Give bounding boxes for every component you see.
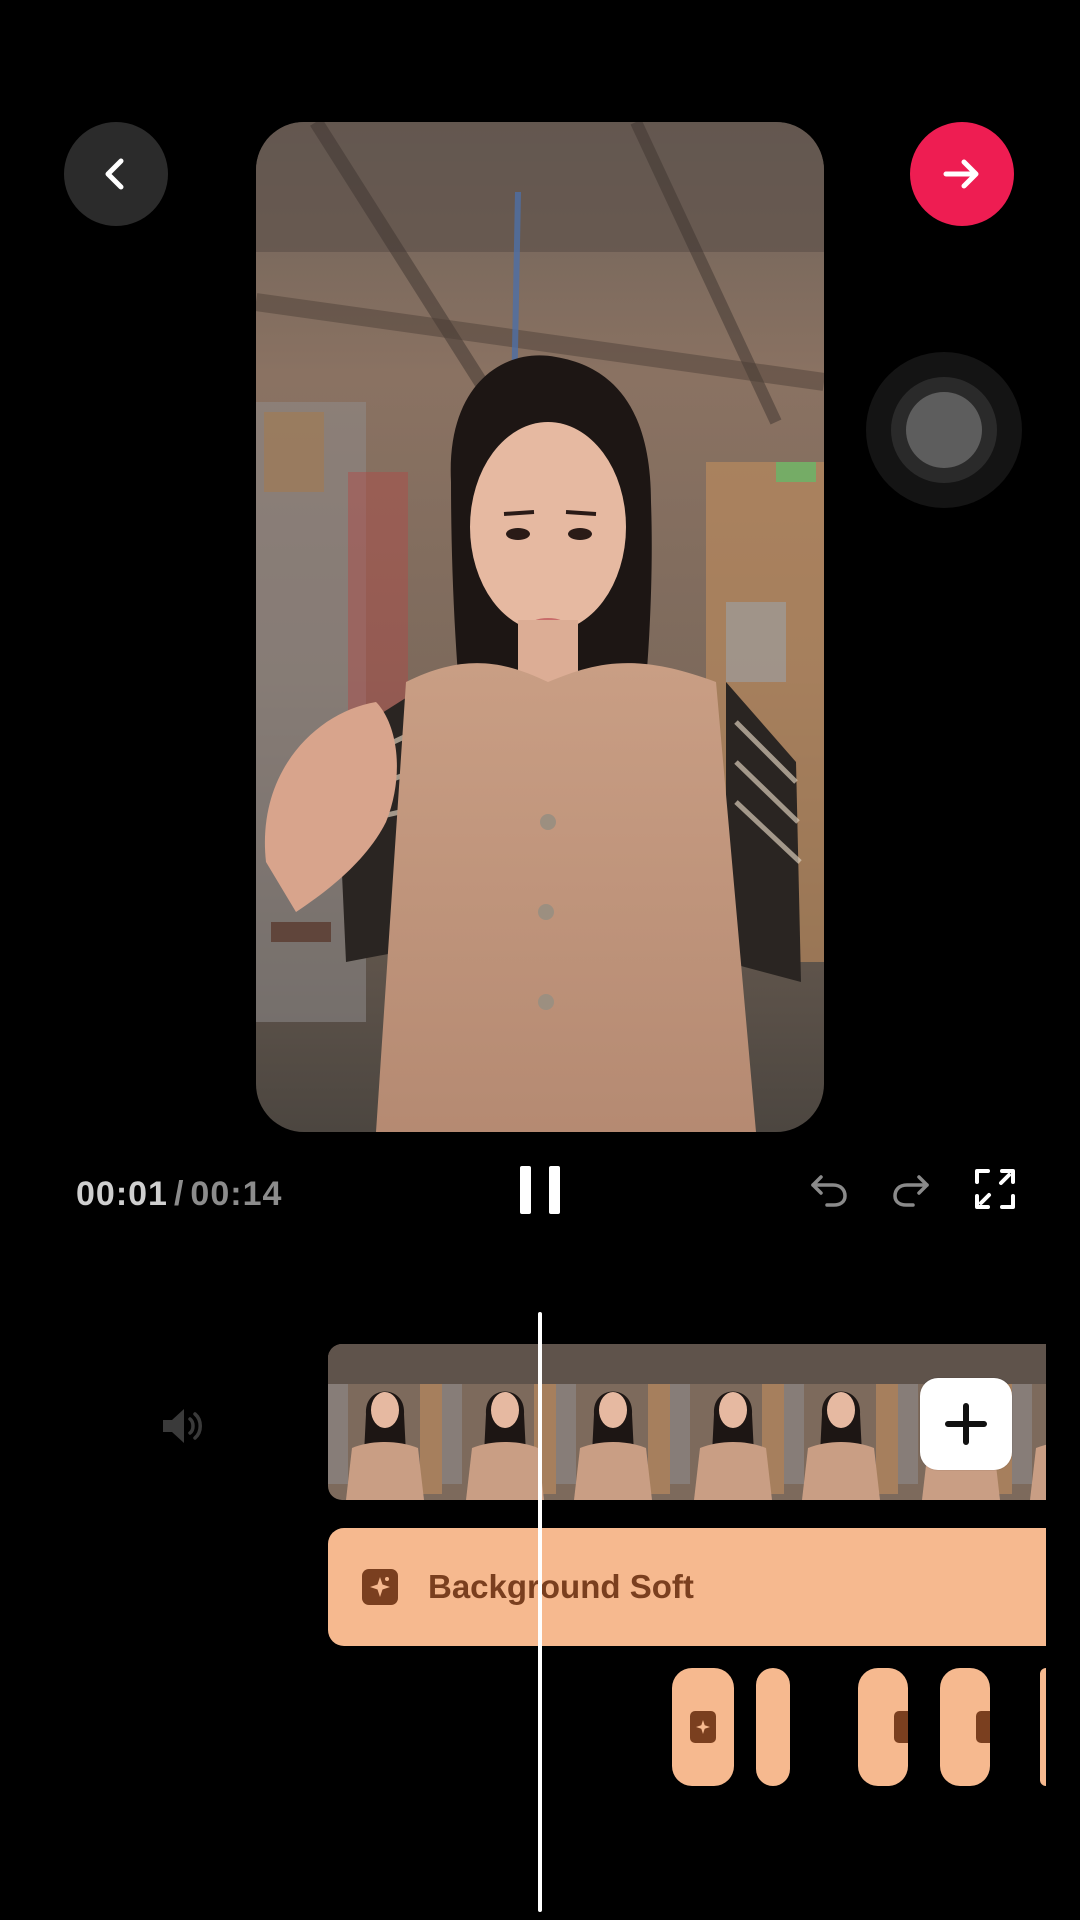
arrow-right-icon (943, 159, 979, 189)
effect-segment[interactable] (940, 1668, 990, 1786)
effect-track-label: Background Soft (428, 1568, 694, 1605)
clip-thumbnail (328, 1344, 442, 1500)
timeline-playhead[interactable] (538, 1312, 542, 1912)
effect-track-background-soft[interactable]: Background Soft (328, 1528, 1046, 1646)
add-clip-button[interactable] (920, 1378, 1012, 1470)
clip-thumbnail (556, 1344, 670, 1500)
video-frame-image (256, 122, 824, 1132)
effect-segment[interactable] (858, 1668, 908, 1786)
chevron-left-icon (105, 158, 124, 190)
pause-icon-bar-left (520, 1166, 531, 1214)
back-button[interactable] (64, 122, 168, 226)
speaker-icon (163, 1409, 202, 1443)
effect-segment[interactable] (672, 1668, 734, 1786)
fullscreen-button[interactable] (970, 1164, 1020, 1214)
effect-segment[interactable] (1040, 1668, 1046, 1786)
joystick-control[interactable] (866, 352, 1022, 508)
clip-thumbnail (670, 1344, 784, 1500)
video-preview[interactable] (256, 122, 824, 1132)
time-separator: / (173, 1174, 185, 1213)
current-time: 00:01 (76, 1174, 168, 1213)
joystick-ring (891, 377, 997, 483)
pause-button[interactable] (520, 1166, 560, 1214)
playback-timecode: 00:01 / 00:14 (76, 1172, 282, 1216)
pause-icon-bar-right (549, 1166, 560, 1214)
sparkle-icon (362, 1569, 398, 1605)
fullscreen-icon (975, 1169, 1015, 1209)
clip-thumbnail (1012, 1344, 1046, 1500)
undo-icon (811, 1175, 847, 1207)
clip-thumbnail (784, 1344, 898, 1500)
effect-segment[interactable] (756, 1668, 790, 1786)
sparkle-icon (894, 1711, 908, 1743)
total-time: 00:14 (190, 1174, 283, 1213)
sparkle-icon (976, 1711, 990, 1743)
next-button[interactable] (910, 122, 1014, 226)
plus-icon (945, 1403, 987, 1445)
joystick-knob[interactable] (906, 392, 982, 468)
track-volume-button[interactable] (154, 1398, 210, 1454)
redo-icon (893, 1175, 929, 1207)
redo-button[interactable] (886, 1164, 936, 1214)
undo-button[interactable] (804, 1164, 854, 1214)
sparkle-icon (690, 1711, 716, 1743)
